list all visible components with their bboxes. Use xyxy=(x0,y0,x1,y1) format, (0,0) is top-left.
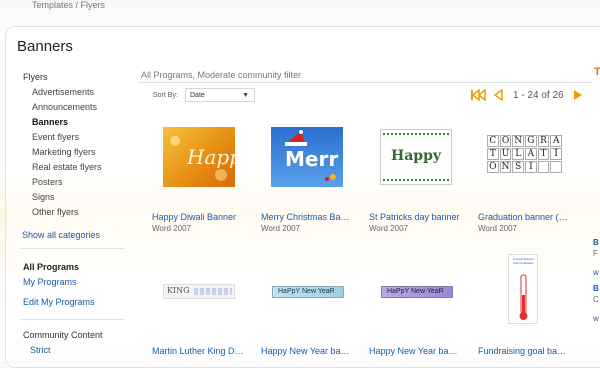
thumb-new-year-2[interactable]: HaPpY New YeaR xyxy=(381,286,453,298)
thumb-text: Happ xyxy=(187,145,235,169)
right-clip-text[interactable]: B xyxy=(593,238,599,247)
dotted-border xyxy=(383,133,449,135)
community-filter-strict[interactable]: Strict xyxy=(30,345,51,355)
card-title-new-year-1[interactable]: Happy New Year ba… xyxy=(261,346,350,356)
card-title-christmas[interactable]: Merry Christmas Ba… xyxy=(261,212,350,222)
thumb-text: Merr xyxy=(285,147,339,171)
right-clip-text: C xyxy=(593,295,599,304)
right-clip-text: F xyxy=(593,249,598,258)
thumb-graduation[interactable]: CONGRA TULATI ONSI xyxy=(487,135,563,181)
sidebar-divider xyxy=(20,319,125,320)
right-clip-text[interactable]: B xyxy=(593,284,599,293)
thumb-text: HaPpY New YeaR xyxy=(278,288,335,295)
tile-row-2: TULATI xyxy=(487,148,563,160)
banner-pattern xyxy=(194,288,232,295)
card-subtitle: Word 2007 xyxy=(261,224,300,233)
thumb-mlk[interactable]: KING xyxy=(163,284,235,299)
thumb-text: Annual Science Fair Fundraiser xyxy=(513,257,534,265)
card-title-st-patricks[interactable]: St Patricks day banner xyxy=(369,212,460,222)
community-content-heading: Community Content xyxy=(23,330,103,340)
card-title-mlk[interactable]: Martin Luther King D… xyxy=(152,346,244,356)
next-page-icon[interactable] xyxy=(573,89,583,101)
edit-my-programs-link[interactable]: Edit My Programs xyxy=(23,297,95,307)
pager-range: 1 - 24 of 26 xyxy=(513,90,564,101)
sidebar-item-announcements[interactable]: Announcements xyxy=(32,102,97,112)
page-title: Banners xyxy=(17,38,73,55)
right-clip-text[interactable]: w xyxy=(593,314,599,323)
thumb-diwali[interactable]: Happ xyxy=(163,127,235,187)
breadcrumb[interactable]: Templates / Flyers xyxy=(32,0,105,10)
all-programs-heading: All Programs xyxy=(23,262,80,272)
first-page-icon[interactable] xyxy=(470,89,486,101)
sidebar-item-real-estate-flyers[interactable]: Real estate flyers xyxy=(32,162,102,172)
card-subtitle: Word 2007 xyxy=(478,224,517,233)
thumb-text: HaPpY New YeaR xyxy=(387,288,444,295)
sidebar-item-advertisements[interactable]: Advertisements xyxy=(32,87,94,97)
right-edge-letter: T xyxy=(594,66,600,78)
tile-row-1: CONGRA xyxy=(487,135,563,147)
thumb-text: KING xyxy=(167,286,190,295)
right-clip-text[interactable]: w xyxy=(593,268,599,277)
thumb-new-year-1[interactable]: HaPpY New YeaR xyxy=(272,286,344,298)
previous-page-icon[interactable] xyxy=(492,89,504,101)
sort-by-label: Sort By: xyxy=(153,92,178,99)
card-title-fundraising[interactable]: Fundraising goal ba… xyxy=(478,346,566,356)
thumb-fundraising[interactable]: Annual Science Fair Fundraiser xyxy=(508,254,538,324)
filter-bar[interactable]: All Programs, Moderate community filter xyxy=(138,68,593,83)
thermometer-icon xyxy=(519,274,528,320)
card-subtitle: Word 2007 xyxy=(369,224,408,233)
thumb-text: Happy xyxy=(391,148,442,164)
my-programs-link[interactable]: My Programs xyxy=(23,277,77,287)
tile-row-3: ONSI xyxy=(487,161,563,173)
dotted-border xyxy=(383,179,449,181)
card-title-graduation[interactable]: Graduation banner (… xyxy=(478,212,568,222)
sidebar-item-other-flyers[interactable]: Other flyers xyxy=(32,207,79,217)
thumb-st-patricks[interactable]: Happy xyxy=(380,129,452,185)
sidebar-item-banners[interactable]: Banners xyxy=(32,117,68,127)
card-title-new-year-2[interactable]: Happy New Year ba… xyxy=(369,346,458,356)
sidebar-item-signs[interactable]: Signs xyxy=(32,192,55,202)
sort-select-value: Date xyxy=(190,92,205,99)
card-subtitle: Word 2007 xyxy=(152,224,191,233)
sidebar-item-event-flyers[interactable]: Event flyers xyxy=(32,132,79,142)
sidebar-divider xyxy=(20,248,125,249)
thumb-christmas[interactable]: Merr xyxy=(271,127,343,187)
show-all-categories-link[interactable]: Show all categories xyxy=(22,230,100,240)
card-title-diwali[interactable]: Happy Diwali Banner xyxy=(152,212,236,222)
sort-select[interactable]: Date ▼ xyxy=(185,88,255,102)
sidebar-item-marketing-flyers[interactable]: Marketing flyers xyxy=(32,147,96,157)
sidebar-item-posters[interactable]: Posters xyxy=(32,177,63,187)
chevron-down-icon: ▼ xyxy=(242,92,249,99)
sidebar-heading-flyers[interactable]: Flyers xyxy=(23,72,48,82)
